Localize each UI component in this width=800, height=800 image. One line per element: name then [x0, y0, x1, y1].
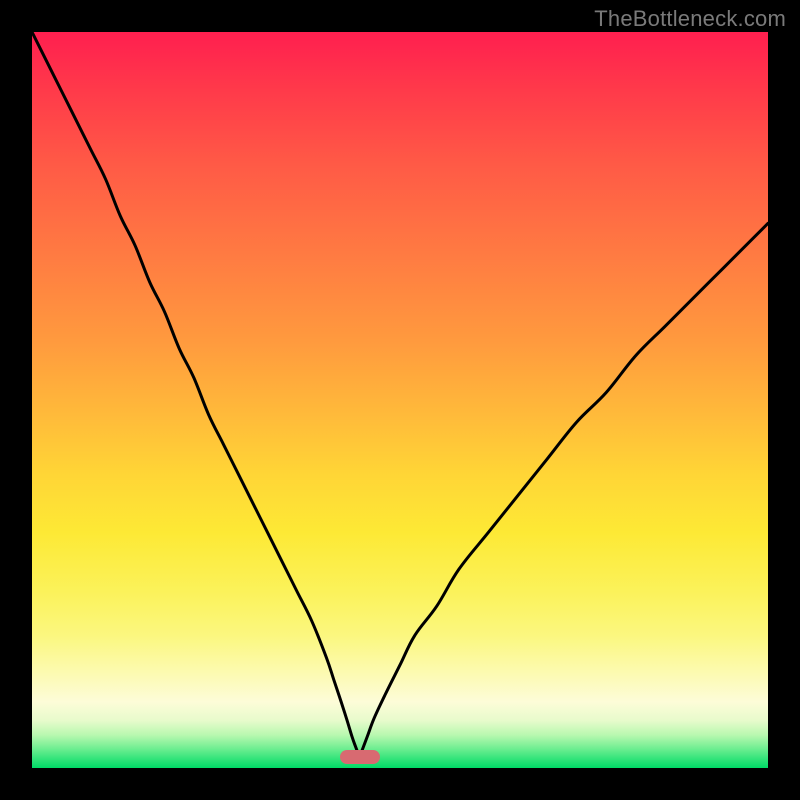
minimum-marker — [340, 750, 380, 764]
curve-right-branch — [360, 223, 768, 757]
curve-left-branch — [32, 32, 360, 757]
watermark-text: TheBottleneck.com — [594, 6, 786, 32]
curve-layer — [32, 32, 768, 768]
chart-frame: TheBottleneck.com — [0, 0, 800, 800]
plot-area — [32, 32, 768, 768]
